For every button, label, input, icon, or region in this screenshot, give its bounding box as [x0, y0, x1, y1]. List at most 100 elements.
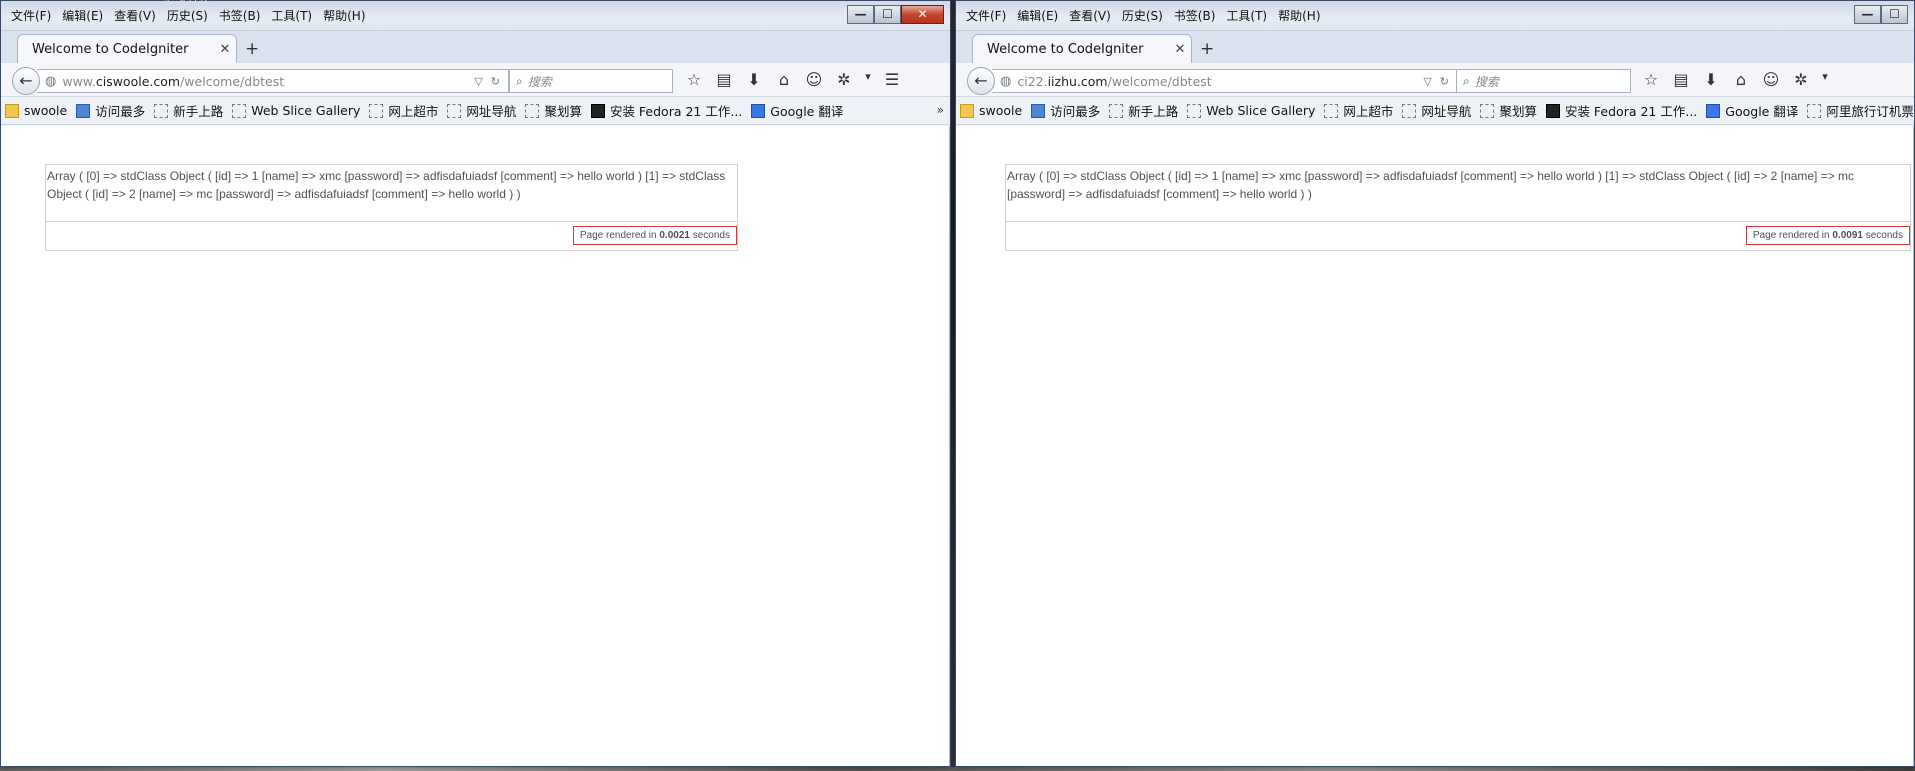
- tab-title: Welcome to CodeIgniter: [32, 41, 189, 57]
- menu-view[interactable]: 查看(V): [114, 7, 156, 24]
- folder-icon: [5, 103, 19, 118]
- bookmark-juhuasuan[interactable]: 聚划算: [525, 101, 582, 120]
- search-input[interactable]: ⌕ 搜索: [1456, 69, 1631, 93]
- star-icon[interactable]: ☆: [1636, 70, 1666, 89]
- extension-icon[interactable]: ✲: [829, 70, 859, 89]
- bookmark-icon: [1031, 103, 1046, 118]
- reading-list-icon[interactable]: ▤: [1666, 70, 1696, 89]
- footer: Page rendered in 0.0021 seconds: [46, 222, 737, 250]
- chevron-down-icon[interactable]: ▾: [1816, 70, 1834, 89]
- browser-window-left: 文件(F) 编辑(E) 查看(V) 历史(S) 书签(B) 工具(T) 帮助(H…: [0, 0, 951, 767]
- url-text: www.ciswoole.com/welcome/dbtest: [62, 73, 285, 89]
- url-dropdown-icon[interactable]: ▽: [474, 75, 482, 88]
- download-icon[interactable]: ⬇: [739, 70, 769, 89]
- overflow-chevron-icon[interactable]: »: [937, 103, 944, 117]
- tab-close-icon[interactable]: ✕: [214, 42, 236, 57]
- download-icon[interactable]: ⬇: [1696, 70, 1726, 89]
- star-icon[interactable]: ☆: [679, 70, 709, 89]
- search-placeholder: 搜索: [1474, 74, 1499, 89]
- menu-history[interactable]: 历史(S): [1122, 7, 1163, 24]
- array-output: Array ( [0] => stdClass Object ( [id] =>…: [46, 165, 737, 222]
- bookmark-getting-started[interactable]: 新手上路: [154, 101, 223, 120]
- reading-list-icon[interactable]: ▤: [709, 70, 739, 89]
- fedora-icon: [590, 103, 605, 118]
- tab-title: Welcome to CodeIgniter: [987, 41, 1144, 57]
- tab-codeigniter[interactable]: Welcome to CodeIgniter ✕: [17, 34, 237, 63]
- home-icon[interactable]: ⌂: [1726, 70, 1756, 89]
- extension-icon[interactable]: ✲: [1786, 70, 1816, 89]
- menu-tools[interactable]: 工具(T): [1226, 7, 1267, 24]
- bookmark-web-slice[interactable]: Web Slice Gallery: [232, 103, 360, 118]
- window-controls: — ☐: [1854, 5, 1908, 24]
- render-time-value: 0.0091: [1832, 230, 1863, 241]
- array-output: Array ( [0] => stdClass Object ( [id] =>…: [1006, 165, 1910, 222]
- tab-close-icon[interactable]: ✕: [1169, 42, 1191, 57]
- close-button[interactable]: ✕: [901, 5, 944, 24]
- menu-help[interactable]: 帮助(H): [323, 7, 365, 24]
- menu-help[interactable]: 帮助(H): [1278, 7, 1320, 24]
- hamburger-menu-icon[interactable]: ☰: [877, 70, 907, 89]
- page-icon: [1480, 103, 1495, 118]
- page-icon: [154, 103, 169, 118]
- bookmark-fedora[interactable]: 安装 Fedora 21 工作...: [590, 101, 742, 120]
- tab-codeigniter[interactable]: Welcome to CodeIgniter ✕: [972, 34, 1192, 63]
- bookmark-google-translate[interactable]: Google 翻译: [751, 101, 843, 120]
- new-tab-icon[interactable]: +: [245, 39, 259, 59]
- minimize-button[interactable]: —: [847, 5, 874, 24]
- page-icon: [1109, 103, 1124, 118]
- maximize-button[interactable]: ☐: [874, 5, 901, 24]
- menu-file[interactable]: 文件(F): [966, 7, 1006, 24]
- bookmark-alitrip[interactable]: 阿里旅行订机票住酒店: [1807, 101, 1914, 120]
- chevron-down-icon[interactable]: ▾: [859, 70, 877, 89]
- menu-bookmarks[interactable]: 书签(B): [219, 7, 261, 24]
- menu-history[interactable]: 历史(S): [167, 7, 208, 24]
- page-icon: [1402, 103, 1417, 118]
- bookmark-juhuasuan[interactable]: 聚划算: [1480, 101, 1537, 120]
- menu-file[interactable]: 文件(F): [11, 7, 51, 24]
- bookmark-nav[interactable]: 网址导航: [447, 101, 516, 120]
- reload-icon[interactable]: ↻: [491, 75, 500, 88]
- url-bar[interactable]: ◍ www.ciswoole.com/welcome/dbtest ▽ ↻: [37, 69, 509, 93]
- url-bar[interactable]: ◍ ci22.iizhu.com/welcome/dbtest ▽ ↻: [992, 69, 1458, 93]
- new-tab-icon[interactable]: +: [1200, 39, 1214, 59]
- maximize-button[interactable]: ☐: [1881, 5, 1908, 24]
- menu-view[interactable]: 查看(V): [1069, 7, 1111, 24]
- url-dropdown-icon[interactable]: ▽: [1423, 75, 1431, 88]
- bookmark-most-visited[interactable]: 访问最多: [76, 101, 145, 120]
- bookmark-nav[interactable]: 网址导航: [1402, 101, 1471, 120]
- search-icon: ⌕: [516, 73, 523, 88]
- menu-bookmarks[interactable]: 书签(B): [1174, 7, 1216, 24]
- globe-icon: ◍: [1000, 73, 1012, 89]
- page-icon: [1807, 103, 1822, 118]
- back-button[interactable]: ←: [967, 67, 995, 95]
- menu-edit[interactable]: 编辑(E): [62, 7, 103, 24]
- tab-bar: Welcome to CodeIgniter ✕ +: [1, 31, 950, 63]
- back-button[interactable]: ←: [12, 67, 40, 95]
- bookmark-most-visited[interactable]: 访问最多: [1031, 101, 1100, 120]
- chat-icon[interactable]: ☺: [1756, 70, 1786, 89]
- bookmark-web-slice[interactable]: Web Slice Gallery: [1187, 103, 1315, 118]
- desktop-text-fragment: 实习方式: [162, 0, 211, 7]
- toolbar-icons: ☆ ▤ ⬇ ⌂ ☺ ✲ ▾ ☰: [679, 70, 907, 89]
- tab-bar: Welcome to CodeIgniter ✕ +: [956, 31, 1914, 63]
- bookmark-supermarket[interactable]: 网上超市: [1324, 101, 1393, 120]
- home-icon[interactable]: ⌂: [769, 70, 799, 89]
- menu-edit[interactable]: 编辑(E): [1017, 7, 1058, 24]
- bookmarks-bar: swoole 访问最多 新手上路 Web Slice Gallery 网上超市 …: [956, 97, 1914, 125]
- bookmark-getting-started[interactable]: 新手上路: [1109, 101, 1178, 120]
- reload-icon[interactable]: ↻: [1440, 75, 1449, 88]
- menu-tools[interactable]: 工具(T): [271, 7, 312, 24]
- navigation-bar: ◍ ci22.iizhu.com/welcome/dbtest ▽ ↻ ← ⌕ …: [956, 63, 1914, 97]
- bookmark-swoole[interactable]: swoole: [960, 103, 1022, 118]
- search-input[interactable]: ⌕ 搜索: [509, 69, 673, 93]
- search-icon: ⌕: [1463, 73, 1470, 88]
- chat-icon[interactable]: ☺: [799, 70, 829, 89]
- bookmark-fedora[interactable]: 安装 Fedora 21 工作...: [1545, 101, 1697, 120]
- bookmark-swoole[interactable]: swoole: [5, 103, 67, 118]
- bookmark-supermarket[interactable]: 网上超市: [369, 101, 438, 120]
- folder-icon: [960, 103, 974, 118]
- page-icon: [1187, 103, 1202, 118]
- bookmark-google-translate[interactable]: Google 翻译: [1706, 101, 1798, 120]
- page-content: Array ( [0] => stdClass Object ( [id] =>…: [1, 126, 950, 766]
- minimize-button[interactable]: —: [1854, 5, 1881, 24]
